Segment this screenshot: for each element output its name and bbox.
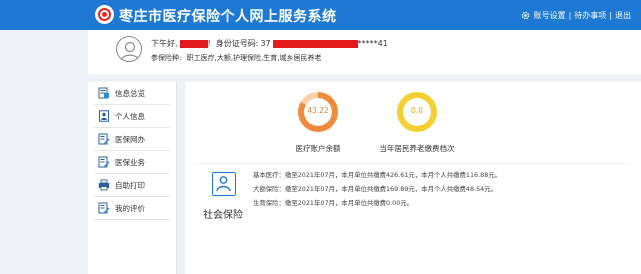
edit-doc-icon <box>98 156 110 168</box>
main-content: 43.22 医疗账户余额 0.0 当年居民养老缴费档次 社会保险 基本医疗：缴至… <box>185 82 641 274</box>
redacted-id <box>272 39 358 48</box>
pension-tier-value: 0.0 <box>411 106 423 115</box>
account-balance-value: 43.22 <box>307 106 329 115</box>
insurance-label: 参保险种: <box>151 54 182 62</box>
sidebar-item-label: 我的评价 <box>115 203 145 213</box>
user-info-panel: 下午好, ! 身份证号码: 37 *****41 参保险种: 职工医疗,大额,护… <box>88 30 641 74</box>
sidebar-item-self-print[interactable]: 自助打印 <box>94 174 170 197</box>
account-balance-gauge[interactable]: 43.22 <box>298 92 338 132</box>
id-suffix: *****41 <box>357 39 388 48</box>
pension-tier-gauge[interactable]: 0.0 <box>397 92 437 132</box>
greeting-line: 下午好, ! 身份证号码: 37 *****41 <box>151 38 388 49</box>
sidebar-item-label: 自助打印 <box>115 180 145 190</box>
review-icon <box>98 202 110 214</box>
person-icon <box>99 110 109 122</box>
pension-tier-label: 当年居民养老缴费档次 <box>379 144 455 153</box>
edit-doc-icon <box>98 133 110 145</box>
divider <box>197 163 627 164</box>
social-insurance-icon <box>212 172 236 196</box>
sidebar-menu: 信息总览 个人信息 医保网办 医保业务 自助打印 我的评价 <box>88 82 177 274</box>
link-separator: | <box>568 11 572 20</box>
insurance-row-major-illness: 大额保险：缴至2021年07月，本月单位共缴费169.89元，本月个人共缴费48… <box>253 185 497 193</box>
id-label: 身份证号码: <box>215 39 259 48</box>
link-separator: | <box>609 11 612 20</box>
todo-link[interactable]: 待办事项 <box>574 10 606 21</box>
site-title: 枣庄市医疗保险个人网上服务系统 <box>119 9 337 25</box>
user-avatar-icon <box>120 41 140 61</box>
greeting-suffix: ! <box>207 39 211 48</box>
insurance-types: 职工医疗,大额,护理保险,生育,城乡居民养老 <box>186 54 322 62</box>
sidebar-item-overview[interactable]: 信息总览 <box>94 82 170 105</box>
insurance-types-line: 参保险种: 职工医疗,大额,护理保险,生育,城乡居民养老 <box>151 53 322 63</box>
account-balance-label: 医疗账户余额 <box>295 144 341 153</box>
sidebar-item-medical-business[interactable]: 医保业务 <box>94 151 170 174</box>
logout-link[interactable]: 退出 <box>615 10 631 21</box>
sidebar-item-label: 医保网办 <box>115 134 145 144</box>
sidebar-item-personal-info[interactable]: 个人信息 <box>94 105 170 128</box>
account-settings-link[interactable]: 账号设置 <box>534 10 566 21</box>
social-insurance-label: 社会保险 <box>203 210 243 221</box>
avatar <box>116 36 142 62</box>
top-links: 账号设置 | 待办事项 | 退出 <box>521 10 631 21</box>
gear-icon <box>521 11 529 20</box>
printer-icon <box>98 179 110 191</box>
sidebar-item-label: 个人信息 <box>115 111 145 121</box>
app-header: 枣庄市医疗保险个人网上服务系统 账号设置 | 待办事项 | 退出 <box>0 0 641 30</box>
insurance-row-maternity: 生育保险：缴至2021年07月，本月单位共缴费0.00元。 <box>253 199 414 207</box>
sidebar-item-label: 医保业务 <box>115 157 145 167</box>
insurance-row-basic-medical: 基本医疗：缴至2021年07月，本月单位共缴费426.61元，本月个人共缴费11… <box>253 171 502 179</box>
sidebar-item-my-review[interactable]: 我的评价 <box>94 197 170 220</box>
sidebar-item-label: 信息总览 <box>115 88 145 98</box>
insurance-details: 基本医疗：缴至2021年07月，本月单位共缴费426.61元，本月个人共缴费11… <box>253 168 501 210</box>
greeting-text: 下午好, <box>151 39 178 48</box>
sidebar-item-online-service[interactable]: 医保网办 <box>94 128 170 151</box>
overview-icon <box>98 87 109 99</box>
redacted-name <box>179 39 208 48</box>
medical-insurance-logo-icon <box>95 5 114 24</box>
id-prefix: 37 <box>260 39 271 48</box>
